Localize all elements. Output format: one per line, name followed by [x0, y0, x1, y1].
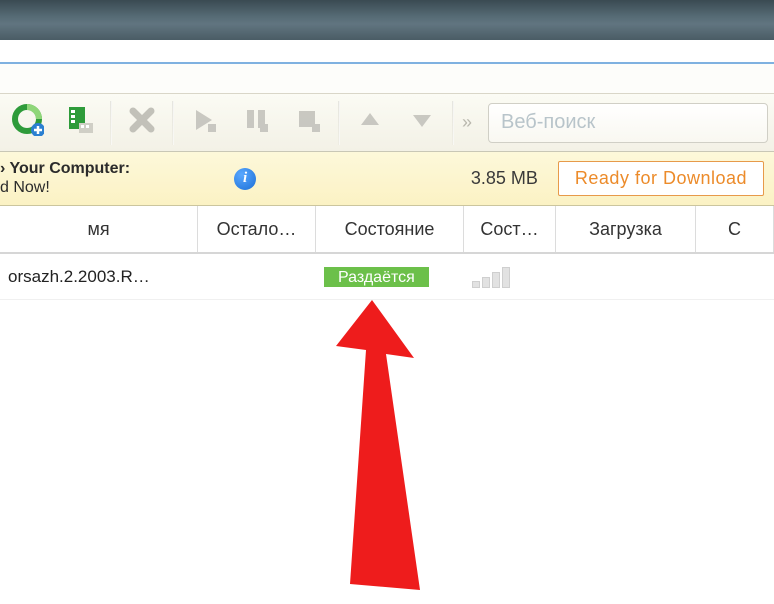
move-up-button[interactable] [348, 101, 392, 145]
cell-name: orsazh.2.2003.R… [0, 267, 198, 287]
remove-button[interactable] [120, 101, 164, 145]
pause-icon [242, 106, 270, 139]
app-frame: » › Your Computer: d Now! i 3.85 MB Read… [0, 62, 774, 300]
info-icon: i [234, 168, 256, 190]
col-remaining[interactable]: Остало… [198, 206, 316, 252]
stop-icon [294, 106, 322, 139]
seeding-badge: Раздаётся [324, 267, 429, 287]
cell-health [464, 266, 556, 288]
col-last[interactable]: С [696, 206, 774, 252]
play-icon [190, 106, 218, 139]
ready-for-download-button[interactable]: Ready for Download [558, 161, 764, 196]
web-search-box[interactable] [488, 103, 768, 143]
start-button[interactable] [182, 101, 226, 145]
toolbar-overflow-icon[interactable]: » [462, 112, 472, 133]
signal-bars-icon [472, 266, 548, 288]
pause-button[interactable] [234, 101, 278, 145]
col-download[interactable]: Загрузка [556, 206, 696, 252]
col-name[interactable]: мя [0, 206, 198, 252]
web-search-input[interactable] [499, 110, 757, 135]
notification-text: › Your Computer: d Now! [0, 160, 130, 197]
toolbar-sep-4 [452, 101, 454, 145]
remove-icon [128, 106, 156, 139]
cell-state: Раздаётся [316, 267, 464, 287]
file-size-text: 3.85 MB [471, 168, 538, 189]
col-state2[interactable]: Сост… [464, 206, 556, 252]
add-file-button[interactable] [58, 101, 102, 145]
move-up-icon [357, 107, 383, 138]
notification-bar: › Your Computer: d Now! i 3.85 MB Ready … [0, 152, 774, 206]
column-headers: мя Остало… Состояние Сост… Загрузка С [0, 206, 774, 254]
table-row[interactable]: orsazh.2.2003.R… Раздаётся [0, 254, 774, 300]
toolbar: » [0, 94, 774, 152]
col-state[interactable]: Состояние [316, 206, 464, 252]
menu-area [0, 64, 774, 94]
add-file-icon [65, 105, 95, 140]
move-down-icon [409, 107, 435, 138]
notification-line2: d Now! [0, 179, 130, 197]
toolbar-sep-1 [110, 101, 112, 145]
stop-button[interactable] [286, 101, 330, 145]
window-titlebar [0, 0, 774, 40]
annotation-arrow [280, 300, 440, 600]
move-down-button[interactable] [400, 101, 444, 145]
add-torrent-icon [12, 104, 44, 141]
toolbar-sep-3 [338, 101, 340, 145]
add-torrent-button[interactable] [6, 101, 50, 145]
outer-gap [0, 40, 774, 62]
notification-line1: › Your Computer: [0, 160, 130, 178]
toolbar-sep-2 [172, 101, 174, 145]
